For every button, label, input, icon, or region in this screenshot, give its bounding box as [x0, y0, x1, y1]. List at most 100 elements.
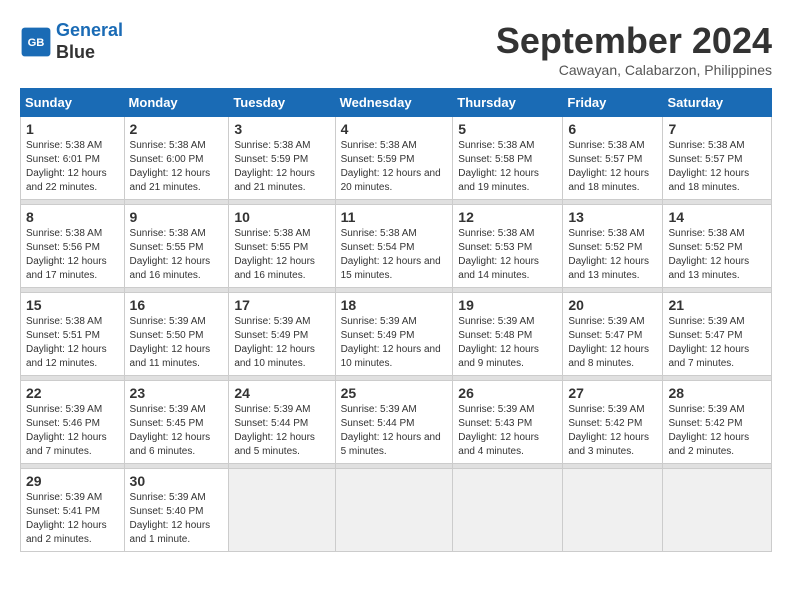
- column-header-wednesday: Wednesday: [335, 89, 453, 117]
- day-number: 6: [568, 121, 657, 137]
- day-info: Sunrise: 5:39 AM Sunset: 5:44 PM Dayligh…: [341, 403, 448, 459]
- calendar-cell: 10 Sunrise: 5:38 AM Sunset: 5:55 PM Dayl…: [229, 205, 335, 288]
- column-header-monday: Monday: [124, 89, 229, 117]
- calendar-cell: [563, 469, 663, 552]
- day-info: Sunrise: 5:38 AM Sunset: 5:55 PM Dayligh…: [234, 227, 329, 283]
- calendar-cell: 2 Sunrise: 5:38 AM Sunset: 6:00 PM Dayli…: [124, 117, 229, 200]
- day-number: 10: [234, 209, 329, 225]
- calendar-cell: 29 Sunrise: 5:39 AM Sunset: 5:41 PM Dayl…: [21, 469, 125, 552]
- calendar-cell: 3 Sunrise: 5:38 AM Sunset: 5:59 PM Dayli…: [229, 117, 335, 200]
- day-info: Sunrise: 5:38 AM Sunset: 5:56 PM Dayligh…: [26, 227, 119, 283]
- day-number: 11: [341, 209, 448, 225]
- calendar-cell: 12 Sunrise: 5:38 AM Sunset: 5:53 PM Dayl…: [453, 205, 563, 288]
- calendar-cell: 21 Sunrise: 5:39 AM Sunset: 5:47 PM Dayl…: [663, 293, 772, 376]
- logo-icon: GB: [20, 26, 52, 58]
- day-info: Sunrise: 5:39 AM Sunset: 5:43 PM Dayligh…: [458, 403, 557, 459]
- day-number: 4: [341, 121, 448, 137]
- calendar-cell: 30 Sunrise: 5:39 AM Sunset: 5:40 PM Dayl…: [124, 469, 229, 552]
- calendar-cell: 18 Sunrise: 5:39 AM Sunset: 5:49 PM Dayl…: [335, 293, 453, 376]
- calendar-week-row: 1 Sunrise: 5:38 AM Sunset: 6:01 PM Dayli…: [21, 117, 772, 200]
- day-number: 13: [568, 209, 657, 225]
- day-info: Sunrise: 5:39 AM Sunset: 5:44 PM Dayligh…: [234, 403, 329, 459]
- calendar-cell: 11 Sunrise: 5:38 AM Sunset: 5:54 PM Dayl…: [335, 205, 453, 288]
- day-info: Sunrise: 5:38 AM Sunset: 5:52 PM Dayligh…: [568, 227, 657, 283]
- column-header-thursday: Thursday: [453, 89, 563, 117]
- day-info: Sunrise: 5:38 AM Sunset: 5:52 PM Dayligh…: [668, 227, 766, 283]
- day-number: 18: [341, 297, 448, 313]
- column-header-tuesday: Tuesday: [229, 89, 335, 117]
- day-number: 24: [234, 385, 329, 401]
- calendar-header-row: SundayMondayTuesdayWednesdayThursdayFrid…: [21, 89, 772, 117]
- day-info: Sunrise: 5:38 AM Sunset: 5:53 PM Dayligh…: [458, 227, 557, 283]
- day-number: 21: [668, 297, 766, 313]
- calendar-cell: 8 Sunrise: 5:38 AM Sunset: 5:56 PM Dayli…: [21, 205, 125, 288]
- day-info: Sunrise: 5:38 AM Sunset: 5:57 PM Dayligh…: [568, 139, 657, 195]
- day-number: 15: [26, 297, 119, 313]
- calendar-cell: [229, 469, 335, 552]
- column-header-saturday: Saturday: [663, 89, 772, 117]
- day-number: 1: [26, 121, 119, 137]
- calendar-week-row: 29 Sunrise: 5:39 AM Sunset: 5:41 PM Dayl…: [21, 469, 772, 552]
- day-number: 29: [26, 473, 119, 489]
- day-info: Sunrise: 5:38 AM Sunset: 5:55 PM Dayligh…: [130, 227, 224, 283]
- day-number: 23: [130, 385, 224, 401]
- month-title: September 2024: [496, 20, 772, 62]
- day-number: 27: [568, 385, 657, 401]
- calendar-cell: 13 Sunrise: 5:38 AM Sunset: 5:52 PM Dayl…: [563, 205, 663, 288]
- day-number: 12: [458, 209, 557, 225]
- calendar-week-row: 15 Sunrise: 5:38 AM Sunset: 5:51 PM Dayl…: [21, 293, 772, 376]
- calendar-cell: 28 Sunrise: 5:39 AM Sunset: 5:42 PM Dayl…: [663, 381, 772, 464]
- day-number: 2: [130, 121, 224, 137]
- day-number: 25: [341, 385, 448, 401]
- calendar-cell: 20 Sunrise: 5:39 AM Sunset: 5:47 PM Dayl…: [563, 293, 663, 376]
- day-number: 5: [458, 121, 557, 137]
- calendar-cell: 25 Sunrise: 5:39 AM Sunset: 5:44 PM Dayl…: [335, 381, 453, 464]
- calendar-cell: 26 Sunrise: 5:39 AM Sunset: 5:43 PM Dayl…: [453, 381, 563, 464]
- svg-text:GB: GB: [28, 37, 45, 49]
- day-info: Sunrise: 5:39 AM Sunset: 5:48 PM Dayligh…: [458, 315, 557, 371]
- day-info: Sunrise: 5:38 AM Sunset: 5:58 PM Dayligh…: [458, 139, 557, 195]
- title-area: September 2024 Cawayan, Calabarzon, Phil…: [496, 20, 772, 78]
- calendar-cell: 14 Sunrise: 5:38 AM Sunset: 5:52 PM Dayl…: [663, 205, 772, 288]
- day-info: Sunrise: 5:39 AM Sunset: 5:47 PM Dayligh…: [568, 315, 657, 371]
- calendar-cell: [335, 469, 453, 552]
- day-number: 8: [26, 209, 119, 225]
- day-info: Sunrise: 5:38 AM Sunset: 5:59 PM Dayligh…: [341, 139, 448, 195]
- day-number: 28: [668, 385, 766, 401]
- day-number: 22: [26, 385, 119, 401]
- calendar-week-row: 8 Sunrise: 5:38 AM Sunset: 5:56 PM Dayli…: [21, 205, 772, 288]
- calendar-cell: 22 Sunrise: 5:39 AM Sunset: 5:46 PM Dayl…: [21, 381, 125, 464]
- calendar-cell: 7 Sunrise: 5:38 AM Sunset: 5:57 PM Dayli…: [663, 117, 772, 200]
- column-header-sunday: Sunday: [21, 89, 125, 117]
- day-info: Sunrise: 5:39 AM Sunset: 5:41 PM Dayligh…: [26, 491, 119, 547]
- calendar-cell: 4 Sunrise: 5:38 AM Sunset: 5:59 PM Dayli…: [335, 117, 453, 200]
- day-info: Sunrise: 5:39 AM Sunset: 5:42 PM Dayligh…: [668, 403, 766, 459]
- day-info: Sunrise: 5:38 AM Sunset: 6:00 PM Dayligh…: [130, 139, 224, 195]
- logo-text: General Blue: [56, 20, 123, 63]
- day-number: 20: [568, 297, 657, 313]
- day-info: Sunrise: 5:38 AM Sunset: 5:51 PM Dayligh…: [26, 315, 119, 371]
- calendar-cell: 9 Sunrise: 5:38 AM Sunset: 5:55 PM Dayli…: [124, 205, 229, 288]
- day-info: Sunrise: 5:39 AM Sunset: 5:42 PM Dayligh…: [568, 403, 657, 459]
- day-info: Sunrise: 5:38 AM Sunset: 6:01 PM Dayligh…: [26, 139, 119, 195]
- calendar-table: SundayMondayTuesdayWednesdayThursdayFrid…: [20, 88, 772, 552]
- day-number: 14: [668, 209, 766, 225]
- calendar-cell: 6 Sunrise: 5:38 AM Sunset: 5:57 PM Dayli…: [563, 117, 663, 200]
- day-info: Sunrise: 5:39 AM Sunset: 5:49 PM Dayligh…: [234, 315, 329, 371]
- day-info: Sunrise: 5:39 AM Sunset: 5:40 PM Dayligh…: [130, 491, 224, 547]
- day-info: Sunrise: 5:38 AM Sunset: 5:54 PM Dayligh…: [341, 227, 448, 283]
- calendar-cell: 23 Sunrise: 5:39 AM Sunset: 5:45 PM Dayl…: [124, 381, 229, 464]
- day-info: Sunrise: 5:39 AM Sunset: 5:50 PM Dayligh…: [130, 315, 224, 371]
- day-info: Sunrise: 5:39 AM Sunset: 5:45 PM Dayligh…: [130, 403, 224, 459]
- calendar-cell: 16 Sunrise: 5:39 AM Sunset: 5:50 PM Dayl…: [124, 293, 229, 376]
- day-info: Sunrise: 5:38 AM Sunset: 5:57 PM Dayligh…: [668, 139, 766, 195]
- day-info: Sunrise: 5:39 AM Sunset: 5:47 PM Dayligh…: [668, 315, 766, 371]
- calendar-cell: 1 Sunrise: 5:38 AM Sunset: 6:01 PM Dayli…: [21, 117, 125, 200]
- day-number: 17: [234, 297, 329, 313]
- location-subtitle: Cawayan, Calabarzon, Philippines: [496, 62, 772, 78]
- day-number: 9: [130, 209, 224, 225]
- calendar-cell: 24 Sunrise: 5:39 AM Sunset: 5:44 PM Dayl…: [229, 381, 335, 464]
- day-number: 26: [458, 385, 557, 401]
- calendar-cell: [453, 469, 563, 552]
- day-info: Sunrise: 5:39 AM Sunset: 5:49 PM Dayligh…: [341, 315, 448, 371]
